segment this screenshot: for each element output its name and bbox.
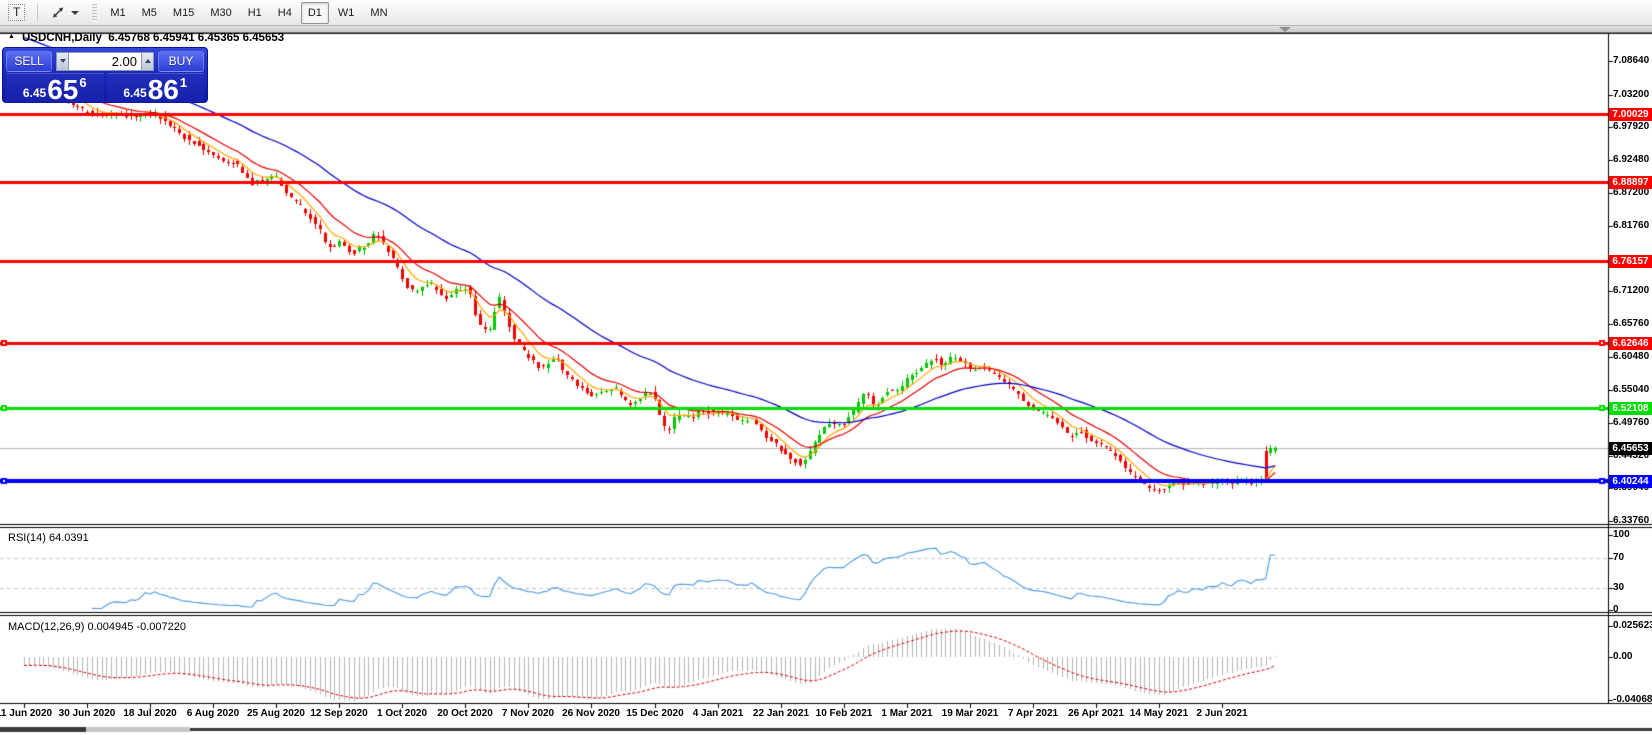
date-axis-label: 25 Aug 2020 (247, 708, 305, 719)
date-axis-label: 14 May 2021 (1130, 708, 1188, 719)
timeframe-button-M30[interactable]: M30 (203, 2, 238, 24)
date-axis-label: 18 Jul 2020 (123, 708, 176, 719)
dropdown-caret-icon (71, 11, 79, 15)
text-tool-icon: T (8, 4, 25, 21)
price-axis-tick-label: 6.65760 (1613, 318, 1649, 330)
date-axis-label: 20 Oct 2020 (437, 708, 493, 719)
price-axis-tick-label: 6.97920 (1613, 121, 1649, 133)
date-axis-label: 2 Jun 2021 (1196, 708, 1247, 719)
one-click-trading-panel: SELL BUY 6.45 65 6 6.45 86 1 (2, 47, 208, 103)
macd-indicator-label: MACD(12,26,9) 0.004945 -0.007220 (8, 621, 186, 633)
symbol-period-label: USDCNH,Daily (22, 32, 102, 44)
macd-axis-tick-label: 0.025623 (1613, 620, 1652, 632)
date-axis-label: 1 Mar 2021 (881, 708, 932, 719)
buy-price-big: 86 (148, 77, 179, 103)
timeframe-button-M5[interactable]: M5 (135, 2, 164, 24)
date-axis-label: 12 Sep 2020 (310, 708, 367, 719)
price-axis-tick-label: 6.92480 (1613, 154, 1649, 166)
date-axis-label: 1 Oct 2020 (377, 708, 427, 719)
sell-price-prefix: 6.45 (23, 86, 46, 100)
date-axis-label: 30 Jun 2020 (59, 708, 116, 719)
sell-price-display[interactable]: 6.45 65 6 (6, 73, 104, 103)
volume-input[interactable] (69, 52, 141, 71)
price-line-badge[interactable]: 6.52108 (1609, 402, 1652, 415)
rsi-axis-tick-label: 0 (1613, 604, 1619, 616)
date-axis-label: 7 Apr 2021 (1008, 708, 1058, 719)
rsi-indicator-label: RSI(14) 64.0391 (8, 532, 89, 544)
subwindow-collapse-icon[interactable]: ▲ (8, 33, 15, 40)
date-axis-label: 19 Mar 2021 (942, 708, 999, 719)
chart-canvas[interactable] (0, 0, 1652, 735)
chart-top-scrollbar[interactable] (0, 26, 1652, 33)
price-axis-tick-label: 6.55040 (1613, 384, 1649, 396)
macd-axis-tick-label: 0.00 (1613, 651, 1632, 663)
caret-up-icon (145, 59, 151, 63)
price-line-badge[interactable]: 6.88897 (1609, 176, 1652, 189)
price-axis-tick-label: 7.08640 (1613, 55, 1649, 67)
timeframe-button-H4[interactable]: H4 (271, 2, 299, 24)
buy-price-pip: 1 (180, 75, 187, 90)
mt4-chart-window: T M1M5M15M30H1H4D1W1MN ▲ USDCNH,Daily 6.… (0, 0, 1652, 735)
buy-button[interactable]: BUY (158, 51, 204, 72)
sell-price-pip: 6 (79, 75, 86, 90)
buy-price-prefix: 6.45 (123, 86, 146, 100)
macd-axis-tick-label: -0.040687 (1613, 694, 1652, 706)
volume-decrease-button[interactable] (56, 52, 69, 71)
caret-down-icon (60, 59, 66, 63)
price-axis-tick-label: 6.60480 (1613, 351, 1649, 363)
volume-increase-button[interactable] (141, 52, 154, 71)
timeframe-button-W1[interactable]: W1 (331, 2, 362, 24)
rsi-axis-tick-label: 70 (1613, 552, 1624, 564)
date-axis-label: 4 Jan 2021 (693, 708, 744, 719)
price-axis-tick-label: 6.49760 (1613, 417, 1649, 429)
rsi-axis-tick-label: 100 (1613, 529, 1630, 541)
current-price-badge: 6.45653 (1609, 442, 1652, 455)
price-line-badge[interactable]: 6.40244 (1609, 475, 1652, 488)
date-axis-label: 26 Nov 2020 (562, 708, 620, 719)
rsi-axis-tick-label: 30 (1613, 582, 1624, 594)
buy-price-display[interactable]: 6.45 86 1 (107, 73, 205, 103)
timeframe-button-MN[interactable]: MN (363, 2, 394, 24)
price-axis-tick-label: 6.87200 (1613, 187, 1649, 199)
sell-price-big: 65 (47, 77, 78, 103)
price-line-badge[interactable]: 7.00029 (1609, 108, 1652, 121)
double-arrow-icon (50, 5, 66, 20)
timeframe-button-M1[interactable]: M1 (103, 2, 132, 24)
date-axis-label: 15 Dec 2020 (626, 708, 683, 719)
timeframe-button-M15[interactable]: M15 (166, 2, 201, 24)
text-label-tool-button[interactable]: T (1, 2, 32, 24)
timeframe-buttons: M1M5M15M30H1H4D1W1MN (102, 2, 395, 24)
price-axis-tick-label: 6.33760 (1613, 515, 1649, 527)
toolbar: T M1M5M15M30H1H4D1W1MN (0, 0, 1652, 26)
date-axis-label: 6 Aug 2020 (187, 708, 239, 719)
date-axis-label: 10 Feb 2021 (816, 708, 873, 719)
timeframe-button-D1[interactable]: D1 (301, 2, 329, 24)
date-axis-label: 22 Jan 2021 (753, 708, 809, 719)
price-axis-tick-label: 7.03200 (1613, 89, 1649, 101)
cursor-tool-button[interactable] (43, 2, 86, 24)
date-axis-label: 26 Apr 2021 (1068, 708, 1124, 719)
date-axis-label: 11 Jun 2020 (0, 708, 52, 719)
price-axis-tick-label: 6.71200 (1613, 285, 1649, 297)
toolbar-separator (37, 4, 38, 22)
price-line-badge[interactable]: 6.76157 (1609, 255, 1652, 268)
price-line-badge[interactable]: 6.62646 (1609, 337, 1652, 350)
chart-shift-marker-icon[interactable] (1279, 27, 1291, 32)
price-axis-tick-label: 6.81760 (1613, 220, 1649, 232)
timeframe-button-H1[interactable]: H1 (241, 2, 269, 24)
ohlc-values: 6.45768 6.45941 6.45365 6.45653 (108, 32, 284, 44)
date-axis-label: 7 Nov 2020 (502, 708, 554, 719)
chart-title: USDCNH,Daily 6.45768 6.45941 6.45365 6.4… (22, 32, 284, 44)
toolbar-grip[interactable] (92, 4, 97, 22)
sell-button[interactable]: SELL (6, 51, 52, 72)
